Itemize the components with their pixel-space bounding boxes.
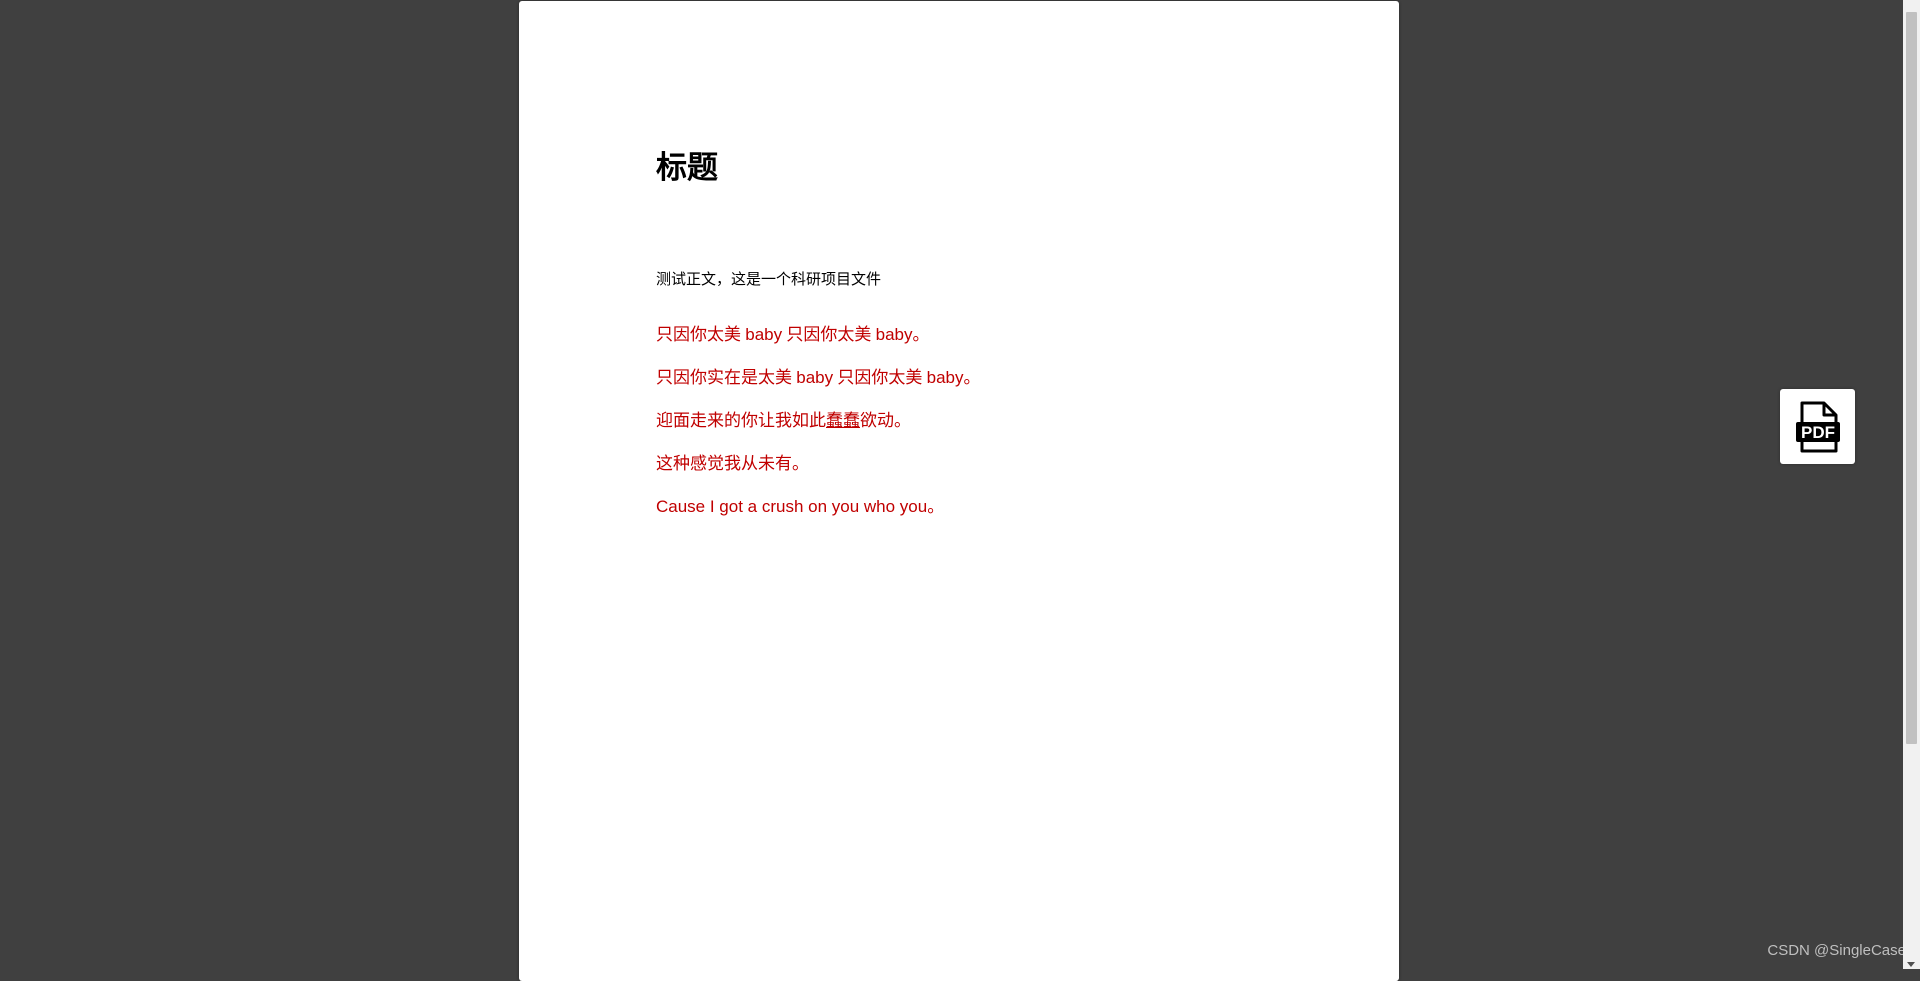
pdf-export-button[interactable]: PDF: [1780, 389, 1855, 464]
lyric-line-5-end: 。: [927, 497, 945, 516]
lyric-line-5: Cause I got a crush on you who you。: [656, 495, 944, 519]
lyric-line-1-part-1: 只因你太美: [656, 325, 746, 344]
lyric-line-3: 迎面走来的你让我如此蠢蠢欲动。: [656, 409, 911, 433]
scroll-down-arrow-icon[interactable]: [1907, 962, 1915, 967]
lyric-line-2-part-4: baby: [926, 368, 964, 387]
watermark: CSDN @SingleCase: [1767, 942, 1906, 959]
lyric-line-3-underlined: 蠢蠢: [826, 411, 860, 430]
document-page: 标题 测试正文，这是一个科研项目文件 只因你太美 baby 只因你太美 baby…: [519, 1, 1399, 981]
lyric-line-2-part-2: baby: [796, 368, 834, 387]
lyric-line-3-part-1: 迎面走来的你让我如此: [656, 411, 826, 430]
pdf-icon-label: PDF: [1801, 423, 1835, 442]
vertical-scrollbar[interactable]: [1903, 0, 1920, 969]
lyric-line-4: 这种感觉我从未有。: [656, 452, 809, 476]
lyric-line-2-part-3: 只因你太美: [833, 368, 927, 387]
body-text: 测试正文，这是一个科研项目文件: [656, 270, 882, 288]
lyric-line-2: 只因你实在是太美 baby 只因你太美 baby。: [656, 366, 981, 390]
document-viewer: 标题 测试正文，这是一个科研项目文件 只因你太美 baby 只因你太美 baby…: [0, 0, 1920, 981]
lyric-line-1-part-3: 只因你太美: [782, 325, 876, 344]
lyric-line-1-part-5: 。: [912, 325, 930, 344]
lyric-line-2-part-1: 只因你实在是太美: [656, 368, 797, 387]
document-title: 标题: [656, 150, 718, 186]
lyric-line-1-part-4: baby: [875, 325, 913, 344]
pdf-file-icon: PDF: [1795, 401, 1840, 452]
scrollbar-thumb[interactable]: [1906, 12, 1917, 744]
lyric-line-3-part-3: 欲动。: [860, 411, 911, 430]
lyric-line-1-part-2: baby: [745, 325, 783, 344]
lyric-line-5-text: Cause I got a crush on you who you: [656, 497, 928, 516]
lyric-line-4-text: 这种感觉我从未有。: [656, 454, 809, 473]
lyric-line-1: 只因你太美 baby 只因你太美 baby。: [656, 323, 930, 347]
lyric-line-2-part-5: 。: [963, 368, 981, 387]
